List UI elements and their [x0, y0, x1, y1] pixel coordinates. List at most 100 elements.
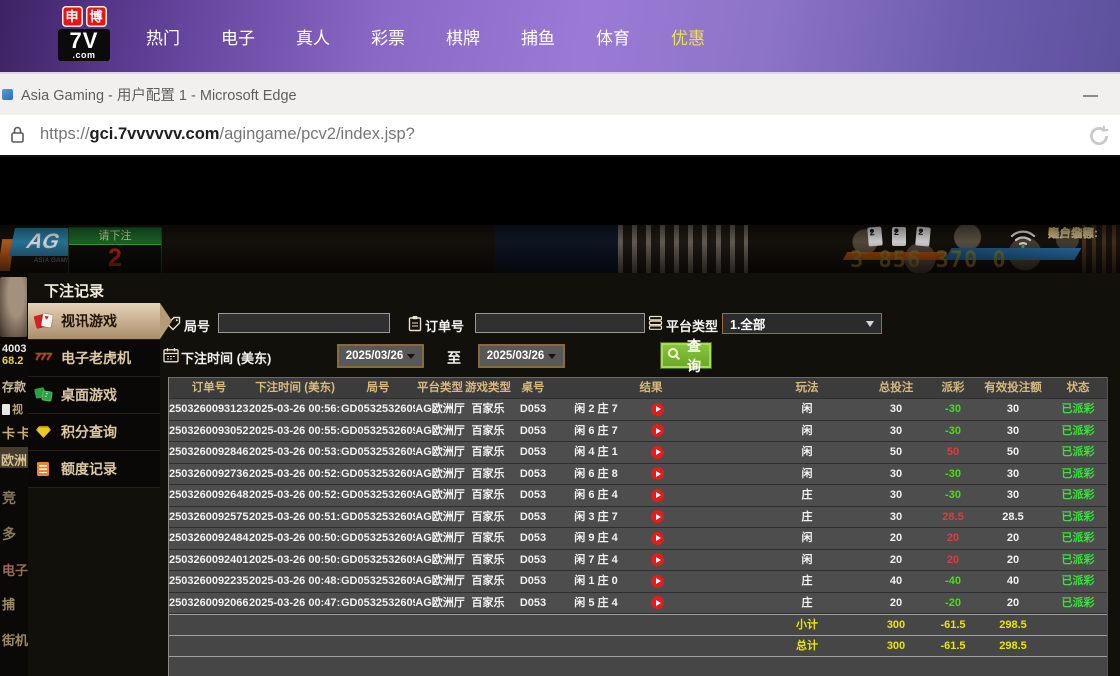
page-black-band [0, 157, 1120, 225]
date-from-picker[interactable]: 2025/03/26 [337, 344, 424, 368]
sidebar-item-table-games[interactable]: 桌面游戏 [28, 377, 160, 414]
time-cell: 2025-03-26 00:47:24 [249, 593, 341, 614]
video-play-button[interactable] [651, 467, 664, 480]
time-cell: 2025-03-26 00:48:51 [249, 571, 341, 592]
date-to-value: 2025/03/26 [487, 350, 545, 362]
valid-cell: 50 [981, 442, 1045, 463]
nav-item-promo[interactable]: 优惠 [671, 24, 705, 49]
play_type-cell: 庄 [747, 507, 867, 528]
sidebar-item-video-games[interactable]: 视讯游戏 [28, 303, 160, 340]
valid-cell: 28.5 [981, 507, 1045, 528]
url-protocol: https:// [40, 125, 90, 143]
result-cell: 闲 6 庄 7 [555, 421, 747, 442]
url-text[interactable]: https://gci.7vvvvvv.com/agingame/pcv2/in… [40, 125, 415, 144]
bet-record-row: 2503260092648192025-03-26 00:52:12GD0532… [169, 485, 1107, 507]
search-button[interactable]: 查询 [660, 342, 712, 369]
diamond-icon [35, 424, 54, 440]
platform-cell: AG欧洲厅 [415, 528, 465, 549]
browser-urlbar[interactable]: https://gci.7vvvvvv.com/agingame/pcv2/in… [0, 115, 1120, 157]
result-text: 闲 5 庄 4 [555, 593, 637, 613]
status-cell: 已派彩 [1045, 399, 1111, 420]
valid-cell: 30 [981, 464, 1045, 485]
video-play-button[interactable] [651, 403, 664, 416]
table-cell: D053 [511, 593, 555, 614]
stake-cell: 20 [867, 550, 925, 571]
platform-select[interactable]: 1.全部 [722, 313, 882, 334]
site-logo[interactable]: 申 博 7V .com [58, 6, 110, 61]
playing-card: 2♣ [892, 227, 906, 246]
header-table: 桌号 [511, 378, 555, 398]
main-nav: 热门 电子 真人 彩票 棋牌 捕鱼 体育 优惠 [146, 0, 705, 72]
clipboard-icon [408, 315, 422, 337]
chevron-down-icon [866, 321, 874, 327]
video-play-button[interactable] [651, 553, 664, 566]
header-payout: 派彩 [925, 378, 981, 398]
stake-cell: 40 [867, 571, 925, 592]
bg-fragment: 68.2 [2, 355, 23, 367]
video-play-button[interactable] [651, 446, 664, 459]
search-icon [667, 347, 681, 364]
payout-cell: -20 [925, 593, 981, 614]
header-platform: 平台类型 [415, 378, 465, 398]
round-cell: GD0532532609Y [341, 421, 415, 442]
logo-sub: .com [58, 51, 110, 59]
sidebar-item-slot-machines[interactable]: 电子老虎机 [28, 340, 160, 377]
platform-selected-value: 1.全部 [730, 314, 765, 333]
video-play-button[interactable] [651, 575, 664, 588]
status-cell: 已派彩 [1045, 464, 1111, 485]
video-play-button[interactable] [651, 596, 664, 609]
game-cell: 百家乐 [465, 593, 511, 614]
refresh-icon[interactable] [1086, 123, 1112, 154]
order-cell: 250326009284691 [169, 442, 249, 463]
platform-cell: AG欧洲厅 [415, 464, 465, 485]
status-cell: 已派彩 [1045, 421, 1111, 442]
minimize-button[interactable] [1083, 95, 1098, 97]
game-cell: 百家乐 [465, 464, 511, 485]
nav-item-live[interactable]: 真人 [296, 24, 330, 49]
table-footer [169, 656, 1107, 676]
nav-item-fishing[interactable]: 捕鱼 [521, 24, 555, 49]
order-input[interactable] [475, 313, 645, 333]
order-cell: 250326009240197 [169, 550, 249, 571]
video-play-button[interactable] [651, 532, 664, 545]
table-header-row: 订单号下注时间 (美东)局号平台类型游戏类型桌号结果玩法总投注派彩有效投注额状态 [169, 377, 1107, 399]
table-cell: D053 [511, 399, 555, 420]
playing-card: 2♣ [915, 226, 931, 246]
result-text: 闲 1 庄 0 [555, 571, 637, 591]
subtotal-valid: 298.5 [981, 615, 1045, 635]
play_type-cell: 闲 [747, 528, 867, 549]
logo-main: 7V [58, 30, 110, 51]
nav-item-sports[interactable]: 体育 [596, 24, 630, 49]
round-cell: GD0532532609R [341, 550, 415, 571]
date-to-picker[interactable]: 2025/03/26 [478, 344, 565, 368]
order-cell: 250326009206697 [169, 593, 249, 614]
sidebar-item-points-query[interactable]: 积分查询 [28, 414, 160, 451]
sidebar-item-quota-records[interactable]: 额度记录 [28, 451, 160, 488]
round-input[interactable] [218, 313, 390, 333]
panel-main: 局号 订单号 平台类型 1.全部 下注时间 ( [160, 303, 1120, 676]
video-play-button[interactable] [651, 489, 664, 502]
bet-record-row: 2503260092575042025-03-26 00:51:37GD0532… [169, 507, 1107, 529]
subtotal-row: 小计 300 -61.5 298.5 [169, 614, 1107, 635]
table-cell: D053 [511, 485, 555, 506]
sidebar-item-label: 视讯游戏 [61, 311, 117, 331]
stake-cell: 30 [867, 507, 925, 528]
video-play-button[interactable] [651, 424, 664, 437]
round-cell: GD0532532609P [341, 571, 415, 592]
nav-item-chess[interactable]: 棋牌 [446, 24, 480, 49]
table-cell: D053 [511, 464, 555, 485]
chevron-down-icon [407, 354, 415, 359]
nav-item-hot[interactable]: 热门 [146, 24, 180, 49]
sidebar-item-label: 积分查询 [61, 422, 117, 442]
total-row: 总计 300 -61.5 298.5 [169, 635, 1107, 656]
chevron-down-icon [548, 354, 556, 359]
round-cell: GD0532532609V [341, 464, 415, 485]
nav-item-slots[interactable]: 电子 [221, 24, 255, 49]
play_type-cell: 闲 [747, 464, 867, 485]
video-play-button[interactable] [651, 510, 664, 523]
sidebar-item-label: 桌面游戏 [61, 385, 117, 405]
payout-cell: 20 [925, 528, 981, 549]
logo-block: 7V .com [58, 29, 110, 61]
nav-item-lottery[interactable]: 彩票 [371, 24, 405, 49]
table-games-icon [35, 387, 54, 403]
